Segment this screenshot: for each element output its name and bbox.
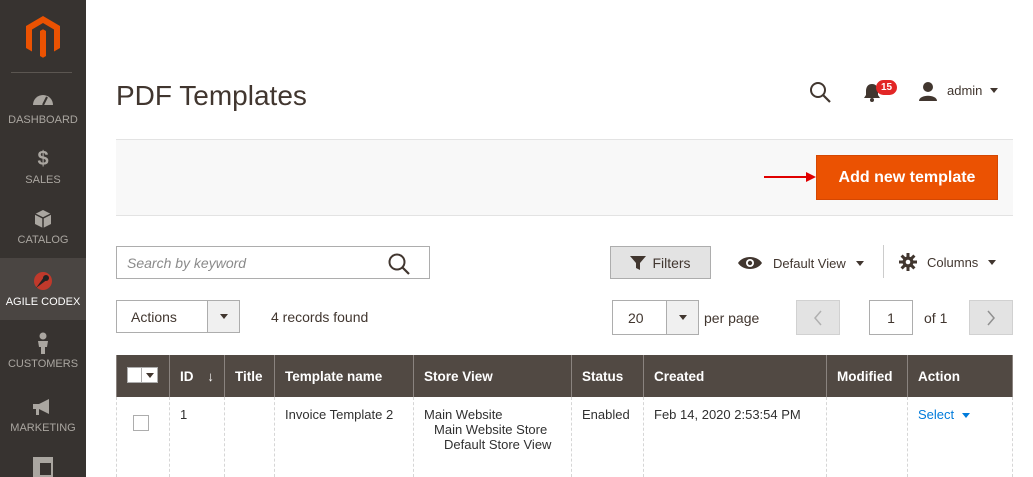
add-new-template-button[interactable]: Add new template — [816, 155, 998, 200]
columns-label: Columns — [927, 254, 979, 270]
view-label: Default View — [773, 255, 846, 271]
column-header-action: Action — [907, 355, 1013, 397]
sidebar-divider — [11, 72, 72, 73]
speedometer-icon — [33, 95, 53, 106]
sidebar-item-label: AGILE CODEX — [5, 296, 81, 308]
user-name[interactable]: admin — [947, 83, 982, 98]
column-header-store-view[interactable]: Store View — [413, 355, 573, 397]
chevron-left-icon — [814, 310, 822, 325]
mass-actions-toggle[interactable] — [207, 301, 239, 332]
mass-actions-label: Actions — [131, 309, 177, 325]
per-page-label: per page — [704, 310, 760, 326]
store-view-website: Main Website — [424, 407, 503, 422]
cell-action: Select — [907, 397, 1013, 477]
column-header-label: ID — [180, 368, 194, 384]
admin-sidebar: DASHBOARD $ SALES CATALOG AGILE CODEX CU… — [0, 0, 86, 477]
per-page-toggle[interactable] — [666, 301, 698, 334]
column-header-created[interactable]: Created — [643, 355, 828, 397]
row-select-cell — [116, 397, 170, 477]
sidebar-item-label: DASHBOARD — [8, 114, 78, 126]
cell-status: Enabled — [571, 397, 645, 477]
sidebar-item-label: CUSTOMERS — [7, 358, 79, 370]
cell-title — [224, 397, 276, 477]
previous-page-button[interactable] — [796, 300, 840, 335]
chevron-right-icon — [987, 310, 995, 325]
mass-actions-select[interactable]: Actions — [116, 300, 240, 333]
select-all-checkbox[interactable] — [128, 368, 142, 382]
filters-label: Filters — [652, 254, 691, 271]
gear-icon — [899, 253, 917, 271]
sidebar-item-sales[interactable]: $ SALES — [0, 148, 86, 186]
person-icon — [38, 332, 48, 354]
row-checkbox[interactable] — [133, 415, 149, 431]
keyword-search-input[interactable] — [117, 247, 377, 278]
per-page-value: 20 — [628, 310, 644, 326]
megaphone-icon — [33, 399, 49, 415]
cell-created: Feb 14, 2020 2:53:54 PM — [643, 397, 828, 477]
cell-store-view: Main Website Main Website Store Default … — [413, 397, 573, 477]
templates-grid: ID ↓ Title Template name Store View Stat… — [116, 355, 1013, 477]
sidebar-item-customers[interactable]: CUSTOMERS — [0, 332, 86, 370]
layout-icon — [33, 457, 53, 477]
chevron-down-icon — [855, 260, 864, 266]
store-view-store: Main Website Store — [434, 422, 548, 437]
page-number-input[interactable] — [869, 300, 913, 335]
row-action-select[interactable]: Select — [918, 407, 970, 422]
view-selector[interactable]: Default View — [737, 253, 864, 273]
column-header-id[interactable]: ID ↓ — [168, 355, 226, 397]
column-header-title[interactable]: Title — [224, 355, 276, 397]
sort-arrow-icon: ↓ — [207, 368, 215, 384]
notification-count-badge[interactable]: 15 — [876, 80, 898, 95]
agile-codex-icon — [34, 272, 52, 290]
dollar-icon: $ — [37, 148, 49, 170]
user-icon[interactable] — [918, 81, 938, 101]
arrow-right-icon — [764, 172, 816, 182]
search-icon[interactable] — [387, 252, 411, 276]
sidebar-item-agile-codex[interactable]: AGILE CODEX — [0, 258, 86, 320]
grid-header-row: ID ↓ Title Template name Store View Stat… — [116, 355, 1013, 397]
chevron-down-icon[interactable] — [990, 88, 998, 93]
chevron-down-icon — [145, 372, 154, 378]
toolbar-divider — [883, 245, 884, 278]
sidebar-item-content[interactable] — [0, 456, 86, 477]
column-header-template-name[interactable]: Template name — [274, 355, 415, 397]
next-page-button[interactable] — [969, 300, 1013, 335]
magento-logo[interactable] — [23, 14, 63, 58]
store-view-view: Default Store View — [444, 437, 552, 452]
per-page-select[interactable]: 20 — [612, 300, 699, 335]
cell-template-name: Invoice Template 2 — [274, 397, 415, 477]
mass-select-header — [116, 355, 170, 397]
cell-modified — [826, 397, 909, 477]
funnel-icon — [630, 255, 647, 270]
eye-icon — [738, 257, 762, 269]
column-header-status[interactable]: Status — [571, 355, 645, 397]
records-found: 4 records found — [271, 309, 369, 325]
page-title: PDF Templates — [116, 80, 307, 111]
table-row: 1 Invoice Template 2 Main Website Main W… — [116, 397, 1013, 477]
chevron-down-icon — [219, 314, 228, 319]
sidebar-item-marketing[interactable]: MARKETING — [0, 396, 86, 434]
chevron-down-icon — [961, 413, 970, 419]
filters-button[interactable]: Filters — [610, 246, 711, 279]
search-icon[interactable] — [809, 81, 831, 103]
mass-select-dropdown[interactable] — [127, 367, 158, 383]
search-box — [116, 246, 430, 279]
box-icon — [34, 210, 52, 228]
columns-selector[interactable]: Columns — [899, 253, 997, 271]
sidebar-item-label: MARKETING — [10, 422, 76, 434]
column-header-modified[interactable]: Modified — [826, 355, 909, 397]
chevron-down-icon — [988, 259, 997, 265]
page-count: of 1 — [924, 310, 948, 326]
chevron-down-icon — [678, 315, 687, 320]
sidebar-item-dashboard[interactable]: DASHBOARD — [0, 88, 86, 126]
row-action-label: Select — [918, 407, 955, 422]
sidebar-item-catalog[interactable]: CATALOG — [0, 208, 86, 246]
cell-id: 1 — [168, 397, 226, 477]
sidebar-item-label: SALES — [25, 174, 61, 186]
sidebar-item-label: CATALOG — [17, 234, 69, 246]
